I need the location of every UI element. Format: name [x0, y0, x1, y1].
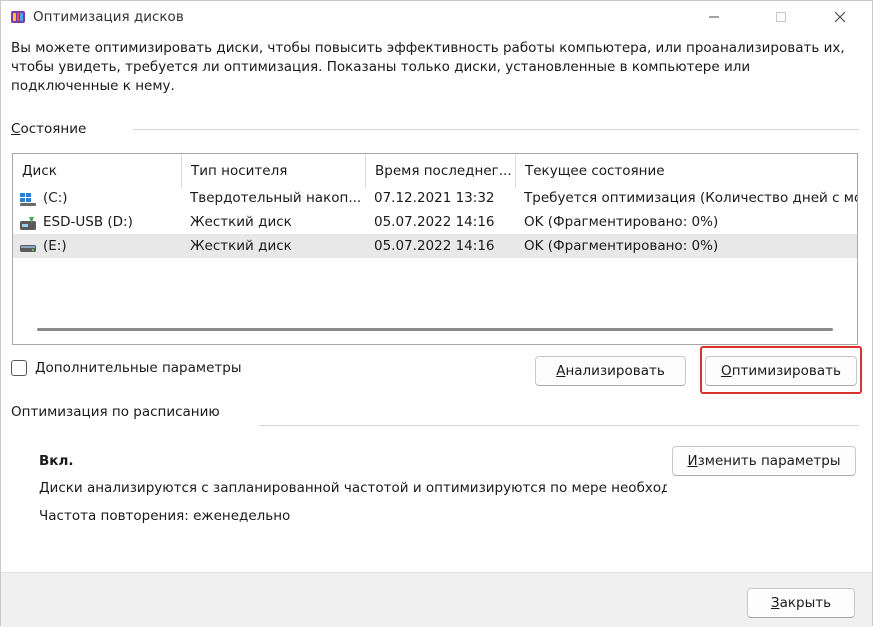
optimize-button[interactable]: Оптимизировать	[705, 356, 857, 386]
change-accelerator: И	[687, 453, 698, 469]
minimize-button[interactable]	[691, 1, 737, 33]
advanced-label-accelerator: Д	[35, 360, 46, 376]
drive-list-header: Диск Тип носителя Время последнег... Тек…	[13, 154, 857, 188]
drive-list[interactable]: Диск Тип носителя Время последнег... Тек…	[12, 153, 858, 345]
drive-row-e[interactable]: (E:) Жесткий диск 05.07.2022 14:16 OK (Ф…	[13, 234, 857, 258]
change-settings-button[interactable]: Изменить параметры	[672, 446, 856, 476]
minimize-icon	[709, 16, 719, 18]
drive-icon	[20, 239, 36, 253]
drive-media-type: Жесткий диск	[190, 214, 292, 230]
drive-name: (C:)	[43, 190, 68, 206]
schedule-description: Диски анализируются с запланированной ча…	[39, 480, 667, 496]
drive-name: ESD-USB (D:)	[43, 214, 133, 230]
windows-drive-icon	[20, 191, 36, 206]
advanced-label-text: ополнительные параметры	[45, 360, 242, 376]
schedule-section-label: Оптимизация по расписанию	[11, 404, 220, 420]
drive-name: (E:)	[43, 238, 67, 254]
drive-last-run: 05.07.2022 14:16	[374, 214, 495, 230]
status-section-label: Состояние	[11, 121, 86, 137]
drive-status: OK (Фрагментировано: 0%)	[524, 238, 719, 254]
drive-row-c[interactable]: (C:) Твердотельный накоп... 07.12.2021 1…	[13, 186, 857, 210]
optimize-label: птимизировать	[731, 363, 841, 379]
horizontal-scrollbar[interactable]	[37, 328, 833, 331]
drive-status: OK (Фрагментировано: 0%)	[524, 214, 719, 230]
title-bar: Оптимизация дисков	[1, 1, 872, 33]
analyze-label: нализировать	[565, 363, 665, 379]
window-title: Оптимизация дисков	[33, 9, 184, 25]
maximize-button[interactable]	[758, 1, 804, 33]
column-header-media-type[interactable]: Тип носителя	[181, 154, 365, 188]
close-window-button[interactable]	[817, 1, 863, 33]
schedule-frequency: Частота повторения: еженедельно	[39, 508, 291, 524]
schedule-state: Вкл.	[39, 453, 74, 469]
advanced-options-label: Дополнительные параметры	[35, 360, 241, 376]
drive-last-run: 07.12.2021 13:32	[374, 190, 495, 206]
close-accelerator: З	[770, 595, 780, 611]
status-divider	[133, 129, 859, 130]
optimize-accelerator: О	[721, 363, 732, 379]
change-label: зменить параметры	[697, 453, 841, 469]
drive-last-run: 05.07.2022 14:16	[374, 238, 495, 254]
column-header-last-run[interactable]: Время последнег...	[365, 154, 515, 188]
close-label: акрыть	[779, 595, 832, 611]
column-header-disk[interactable]: Диск	[13, 154, 181, 188]
close-icon	[834, 11, 846, 23]
drive-status: Требуется оптимизация (Количество дней с…	[524, 190, 857, 206]
advanced-options-checkbox[interactable]: Дополнительные параметры	[11, 358, 241, 378]
dialog-footer: Закрыть	[1, 572, 872, 627]
drive-media-type: Жесткий диск	[190, 238, 292, 254]
analyze-button[interactable]: Анализировать	[535, 356, 686, 386]
disk-optimization-window: Оптимизация дисков Вы можете оптимизиров…	[0, 0, 873, 627]
defrag-app-icon	[11, 10, 25, 24]
close-button[interactable]: Закрыть	[747, 588, 855, 618]
usb-drive-icon	[20, 215, 36, 230]
checkbox-box[interactable]	[11, 360, 27, 376]
drive-row-d[interactable]: ESD-USB (D:) Жесткий диск 05.07.2022 14:…	[13, 210, 857, 234]
column-header-current-status[interactable]: Текущее состояние	[515, 154, 857, 188]
intro-text: Вы можете оптимизировать диски, чтобы по…	[11, 40, 845, 94]
drive-media-type: Твердотельный накоп...	[190, 190, 360, 206]
status-label-text: остояние	[20, 121, 87, 137]
maximize-icon	[776, 12, 786, 22]
schedule-divider	[259, 425, 859, 426]
